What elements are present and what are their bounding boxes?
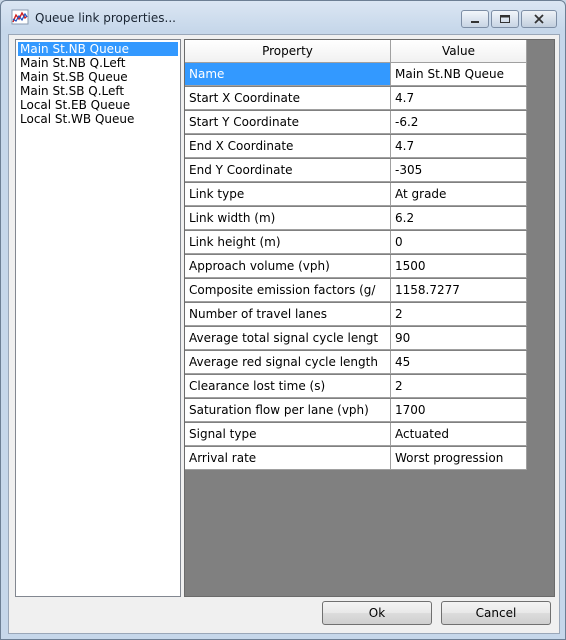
value-cell[interactable]: 4.7	[391, 87, 527, 110]
minimize-icon	[471, 21, 479, 23]
grid-row[interactable]: Approach volume (vph) 1500	[185, 255, 527, 279]
window-title: Queue link properties...	[35, 11, 176, 25]
grid-row[interactable]: Signal type Actuated	[185, 423, 527, 447]
grid-header-row: Property Value	[185, 40, 527, 63]
grid-row[interactable]: Saturation flow per lane (vph) 1700	[185, 399, 527, 423]
grid-row[interactable]: Link height (m) 0	[185, 231, 527, 255]
property-cell[interactable]: End Y Coordinate	[185, 159, 391, 182]
caption-buttons	[459, 10, 557, 28]
grid-row[interactable]: Arrival rate Worst progression	[185, 447, 527, 471]
grid-row[interactable]: Name Main St.NB Queue	[185, 63, 527, 87]
grid-row[interactable]: Average total signal cycle lengt 90	[185, 327, 527, 351]
property-cell[interactable]: Approach volume (vph)	[185, 255, 391, 278]
queue-list-item[interactable]: Main St.SB Queue	[18, 70, 130, 84]
property-cell[interactable]: Average red signal cycle length	[185, 351, 391, 374]
value-cell[interactable]: Worst progression	[391, 447, 527, 470]
grid-row[interactable]: End X Coordinate 4.7	[185, 135, 527, 159]
property-cell[interactable]: Start Y Coordinate	[185, 111, 391, 134]
value-cell[interactable]: -305	[391, 159, 527, 182]
queue-list-item[interactable]: Main St.SB Q.Left	[18, 84, 126, 98]
value-cell[interactable]: 1500	[391, 255, 527, 278]
value-column-header[interactable]: Value	[391, 40, 527, 63]
value-cell[interactable]: 45	[391, 351, 527, 374]
ok-button[interactable]: Ok	[322, 601, 432, 625]
grid-row[interactable]: Composite emission factors (g/ 1158.7277	[185, 279, 527, 303]
value-cell[interactable]: 1158.7277	[391, 279, 527, 302]
value-cell[interactable]: 90	[391, 327, 527, 350]
value-cell[interactable]: Main St.NB Queue	[391, 63, 527, 86]
value-cell[interactable]: 2	[391, 375, 527, 398]
property-cell[interactable]: Start X Coordinate	[185, 87, 391, 110]
property-cell[interactable]: Link type	[185, 183, 391, 206]
value-cell[interactable]: At grade	[391, 183, 527, 206]
chart-app-icon	[11, 9, 29, 25]
dialog-window: Queue link properties... Main St.NB Queu…	[0, 0, 566, 640]
value-cell[interactable]: Actuated	[391, 423, 527, 446]
property-cell[interactable]: Number of travel lanes	[185, 303, 391, 326]
property-cell[interactable]: Average total signal cycle lengt	[185, 327, 391, 350]
property-column-header[interactable]: Property	[185, 40, 391, 63]
maximize-icon	[500, 15, 510, 23]
property-cell[interactable]: Link width (m)	[185, 207, 391, 230]
close-icon	[534, 14, 544, 24]
property-grid-panel: Property Value Name Main St.NB Queue Sta…	[184, 39, 555, 597]
grid-row[interactable]: Link type At grade	[185, 183, 527, 207]
property-cell[interactable]: Link height (m)	[185, 231, 391, 254]
dialog-client-area: Main St.NB Queue Main St.NB Q.Left Main …	[8, 34, 560, 634]
property-cell[interactable]: Clearance lost time (s)	[185, 375, 391, 398]
value-cell[interactable]: 1700	[391, 399, 527, 422]
value-cell[interactable]: 2	[391, 303, 527, 326]
title-bar[interactable]: Queue link properties...	[1, 1, 565, 33]
property-cell[interactable]: Saturation flow per lane (vph)	[185, 399, 391, 422]
maximize-button[interactable]	[491, 10, 519, 28]
queue-list-item[interactable]: Local St.EB Queue	[18, 98, 132, 112]
minimize-button[interactable]	[461, 10, 489, 28]
value-cell[interactable]: 0	[391, 231, 527, 254]
value-cell[interactable]: -6.2	[391, 111, 527, 134]
queue-list[interactable]: Main St.NB Queue Main St.NB Q.Left Main …	[15, 39, 181, 597]
property-cell[interactable]: Name	[185, 63, 391, 86]
value-cell[interactable]: 6.2	[391, 207, 527, 230]
grid-row[interactable]: End Y Coordinate -305	[185, 159, 527, 183]
property-cell[interactable]: Composite emission factors (g/	[185, 279, 391, 302]
property-cell[interactable]: Arrival rate	[185, 447, 391, 470]
grid-row[interactable]: Start Y Coordinate -6.2	[185, 111, 527, 135]
grid-row[interactable]: Number of travel lanes 2	[185, 303, 527, 327]
grid-row[interactable]: Link width (m) 6.2	[185, 207, 527, 231]
close-button[interactable]	[521, 10, 557, 28]
property-cell[interactable]: Signal type	[185, 423, 391, 446]
queue-list-item[interactable]: Local St.WB Queue	[18, 112, 136, 126]
property-cell[interactable]: End X Coordinate	[185, 135, 391, 158]
grid-row[interactable]: Clearance lost time (s) 2	[185, 375, 527, 399]
queue-list-item[interactable]: Main St.NB Queue	[18, 42, 178, 56]
value-cell[interactable]: 4.7	[391, 135, 527, 158]
cancel-button[interactable]: Cancel	[441, 601, 551, 625]
grid-row[interactable]: Average red signal cycle length 45	[185, 351, 527, 375]
grid-row[interactable]: Start X Coordinate 4.7	[185, 87, 527, 111]
queue-list-item[interactable]: Main St.NB Q.Left	[18, 56, 127, 70]
